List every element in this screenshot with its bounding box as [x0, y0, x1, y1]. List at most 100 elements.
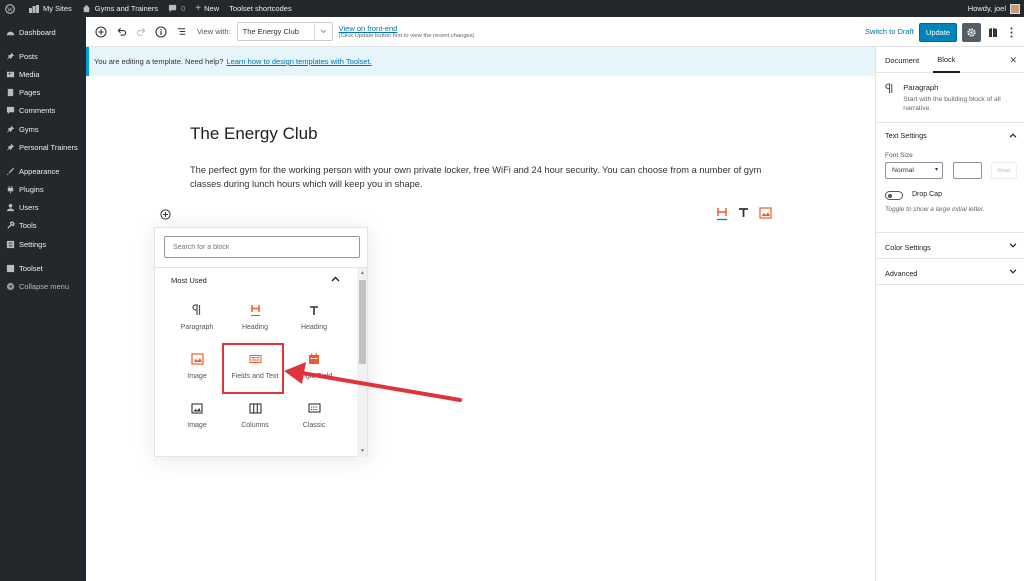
color-settings-panel[interactable]: Color Settings: [876, 233, 1024, 259]
more-menu-button[interactable]: [1005, 23, 1017, 42]
sidebar-item-comments[interactable]: Comments: [0, 102, 86, 120]
block-card-title: Paragraph: [903, 83, 939, 92]
close-icon[interactable]: ✕: [1009, 55, 1017, 66]
sidebar-item-label: Posts: [19, 51, 38, 61]
sidebar-item-dashboard[interactable]: Dashboard: [0, 23, 86, 41]
settings-tabs: Document Block ✕: [876, 47, 1024, 73]
sidebar-item-tools[interactable]: Tools: [0, 217, 86, 235]
image-icon[interactable]: [759, 207, 772, 223]
block-item-image[interactable]: Image: [168, 348, 226, 392]
text-settings-title[interactable]: Text Settings: [885, 131, 927, 140]
toolset-shortcodes-label: Toolset shortcodes: [229, 4, 292, 13]
more-vertical-icon: [1010, 27, 1012, 38]
collapse-menu-button[interactable]: Collapse menu: [0, 277, 86, 295]
block-navigation-button[interactable]: [173, 24, 189, 40]
new-content-menu[interactable]: + New: [195, 3, 219, 14]
sidebar-item-users[interactable]: Users: [0, 199, 86, 217]
tab-block[interactable]: Block: [933, 47, 960, 73]
sidebar-item-label: Plugins: [19, 185, 44, 195]
block-inserter-popover: Most Used Paragraph Heading Heading Imag…: [154, 227, 368, 457]
block-item-single-field[interactable]: Single Field: [285, 348, 343, 392]
sidebar-item-posts[interactable]: Posts: [0, 47, 86, 65]
block-item-heading-core[interactable]: Heading: [285, 299, 343, 343]
update-button[interactable]: Update: [919, 23, 957, 42]
admin-sidebar: Dashboard Posts Media Pages Comments Gym…: [0, 17, 86, 581]
fields-and-text-highlight: [222, 343, 284, 394]
sidebar-item-toolset[interactable]: Toolset: [0, 259, 86, 277]
heading-t-icon[interactable]: [738, 207, 749, 223]
block-card: Paragraph Start with the building block …: [876, 73, 1024, 123]
font-size-select[interactable]: Normal ▾: [885, 162, 943, 179]
settings-icon: [5, 239, 15, 249]
color-settings-title: Color Settings: [885, 243, 931, 252]
view-with-select[interactable]: The Energy Club: [236, 22, 333, 41]
view-with-value: The Energy Club: [242, 27, 299, 36]
wrench-icon: [5, 221, 15, 231]
advanced-panel[interactable]: Advanced: [876, 259, 1024, 285]
heading-h-icon: [248, 303, 262, 317]
scroll-down-icon[interactable]: ▼: [359, 448, 366, 454]
sidebar-item-gyms[interactable]: Gyms: [0, 120, 86, 138]
scroll-up-icon[interactable]: ▲: [359, 270, 366, 276]
classic-icon: [307, 401, 321, 415]
redo-button[interactable]: [133, 24, 149, 40]
settings-sidebar: Document Block ✕ Paragraph Start with th…: [875, 47, 1024, 581]
pin-icon: [5, 142, 15, 152]
view-on-front-end-link[interactable]: View on front-end: [339, 24, 475, 33]
toolset-shortcodes-menu[interactable]: Toolset shortcodes: [229, 4, 292, 13]
image-icon: [190, 352, 204, 366]
sidebar-item-pages[interactable]: Pages: [0, 84, 86, 102]
drop-cap-toggle[interactable]: [885, 191, 903, 200]
single-field-icon: [307, 352, 321, 366]
wordpress-logo-icon[interactable]: W: [5, 3, 19, 14]
my-sites-menu[interactable]: My Sites: [29, 4, 72, 13]
scrollbar-thumb[interactable]: [359, 280, 366, 364]
inserter-scrollbar[interactable]: ▲ ▼: [357, 268, 367, 457]
custom-font-size-input[interactable]: [953, 162, 982, 179]
settings-toggle-button[interactable]: [962, 23, 981, 42]
comments-menu[interactable]: 0: [168, 4, 185, 13]
undo-button[interactable]: [113, 24, 129, 40]
block-search-input[interactable]: [164, 236, 360, 258]
gear-icon: [967, 28, 976, 37]
books-icon: [989, 28, 997, 37]
notice-help-link[interactable]: Learn how to design templates with Tools…: [226, 57, 371, 66]
sidebar-item-personal-trainers[interactable]: Personal Trainers: [0, 138, 86, 156]
block-item-paragraph[interactable]: Paragraph: [168, 299, 226, 343]
sidebar-item-label: Dashboard: [19, 27, 56, 37]
plus-circle-icon: [95, 25, 107, 38]
switch-to-draft-button[interactable]: Switch to Draft: [865, 27, 914, 36]
account-menu[interactable]: Howdy, joel: [968, 0, 1020, 17]
comments-count: 0: [181, 4, 186, 13]
site-name-menu[interactable]: Gyms and Trainers: [82, 4, 158, 13]
most-used-panel-title[interactable]: Most Used: [171, 276, 207, 285]
paragraph-block[interactable]: The perfect gym for the working person w…: [190, 163, 765, 191]
chevron-up-icon[interactable]: [331, 275, 341, 285]
inline-inserter-button[interactable]: [160, 209, 171, 220]
block-item-classic[interactable]: Classic: [285, 397, 343, 441]
front-end-link-group: View on front-end (Click Update button f…: [339, 24, 475, 39]
font-size-reset-button[interactable]: Reset: [991, 162, 1017, 179]
heading-t-icon: [307, 303, 321, 317]
content-info-button[interactable]: [153, 24, 169, 40]
heading-h-icon[interactable]: [716, 207, 728, 223]
user-icon: [5, 203, 15, 213]
my-sites-icon: [29, 4, 39, 13]
add-block-button[interactable]: [93, 24, 109, 40]
toolset-panel-button[interactable]: [985, 23, 1001, 42]
sidebar-item-settings[interactable]: Settings: [0, 235, 86, 253]
sidebar-item-appearance[interactable]: Appearance: [0, 162, 86, 180]
sidebar-item-label: Pages: [19, 88, 41, 98]
tab-document[interactable]: Document: [885, 48, 919, 72]
sidebar-item-plugins[interactable]: Plugins: [0, 181, 86, 199]
block-item-image-core[interactable]: Image: [168, 397, 226, 441]
block-item-columns[interactable]: Columns: [226, 397, 284, 441]
block-item-heading[interactable]: Heading: [226, 299, 284, 343]
sidebar-item-label: Media: [19, 69, 40, 79]
brush-icon: [5, 166, 15, 176]
chevron-up-icon[interactable]: [1009, 131, 1017, 140]
block-item-label: Image: [187, 373, 207, 380]
block-item-label: Columns: [241, 422, 269, 429]
post-title[interactable]: The Energy Club: [190, 124, 318, 144]
sidebar-item-media[interactable]: Media: [0, 65, 86, 83]
